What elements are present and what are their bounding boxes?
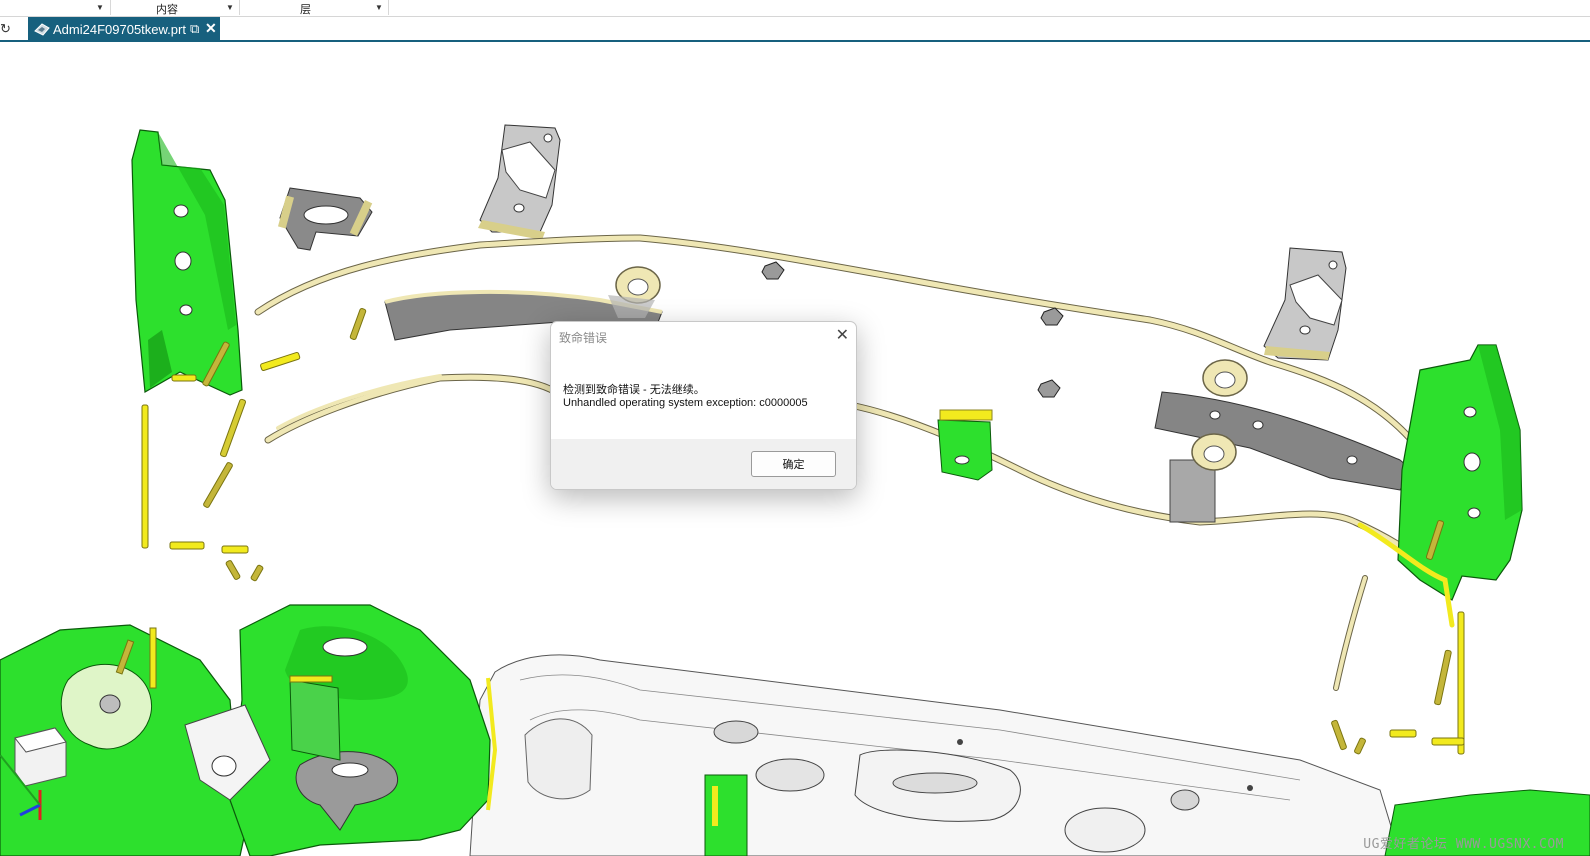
green-clip-center [937, 409, 993, 481]
content-dropdown[interactable]: 内容 ▼ [111, 0, 240, 16]
filter-dropdown-1[interactable]: ▼ [0, 0, 111, 15]
fatal-error-dialog: 致命错误 ✕ 检测到致命错误 - 无法继续。 Unhandled operati… [550, 321, 857, 490]
forum-watermark: UG爱好者论坛 WWW.UGSNX.COM [1363, 837, 1564, 852]
bracket-top-middle [478, 124, 561, 240]
dialog-footer: 确定 [551, 439, 856, 489]
content-label: 内容 [156, 4, 178, 16]
part-file-icon [34, 23, 50, 36]
dialog-message-line1: 检测到致命错误 - 无法继续。 [563, 384, 705, 396]
dialog-title: 致命错误 [559, 331, 608, 345]
bracket-top-right [1263, 247, 1347, 361]
tab-label: Admi24F09705tkew.prt [53, 22, 186, 37]
dropdown-arrow-icon: ▼ [96, 3, 104, 12]
gray-plate-left [277, 187, 373, 251]
popout-icon[interactable]: ⧉ [190, 21, 199, 37]
left-bracket [131, 129, 243, 396]
dropdown-arrow-icon: ▼ [375, 3, 383, 12]
dropdown-arrow-icon: ▼ [226, 3, 234, 12]
gray-plate-right [1154, 359, 1413, 523]
layer-label: 层 [300, 4, 311, 16]
top-toolbar: ▼ 内容 ▼ 层 ▼ [0, 0, 1590, 17]
main-frame [469, 654, 1401, 856]
dialog-message-line2: Unhandled operating system exception: c0… [563, 397, 808, 409]
ok-button[interactable]: 确定 [751, 451, 836, 477]
layer-dropdown[interactable]: 层 ▼ [240, 0, 389, 16]
refresh-icon[interactable]: ↻ [0, 21, 11, 37]
document-tab-bar: ↻ Admi24F09705tkew.prt ⧉ ✕ [0, 17, 1590, 42]
close-icon[interactable]: ✕ [836, 325, 849, 345]
close-icon[interactable]: ✕ [205, 20, 217, 37]
tab-document[interactable]: Admi24F09705tkew.prt ⧉ ✕ [28, 17, 220, 42]
